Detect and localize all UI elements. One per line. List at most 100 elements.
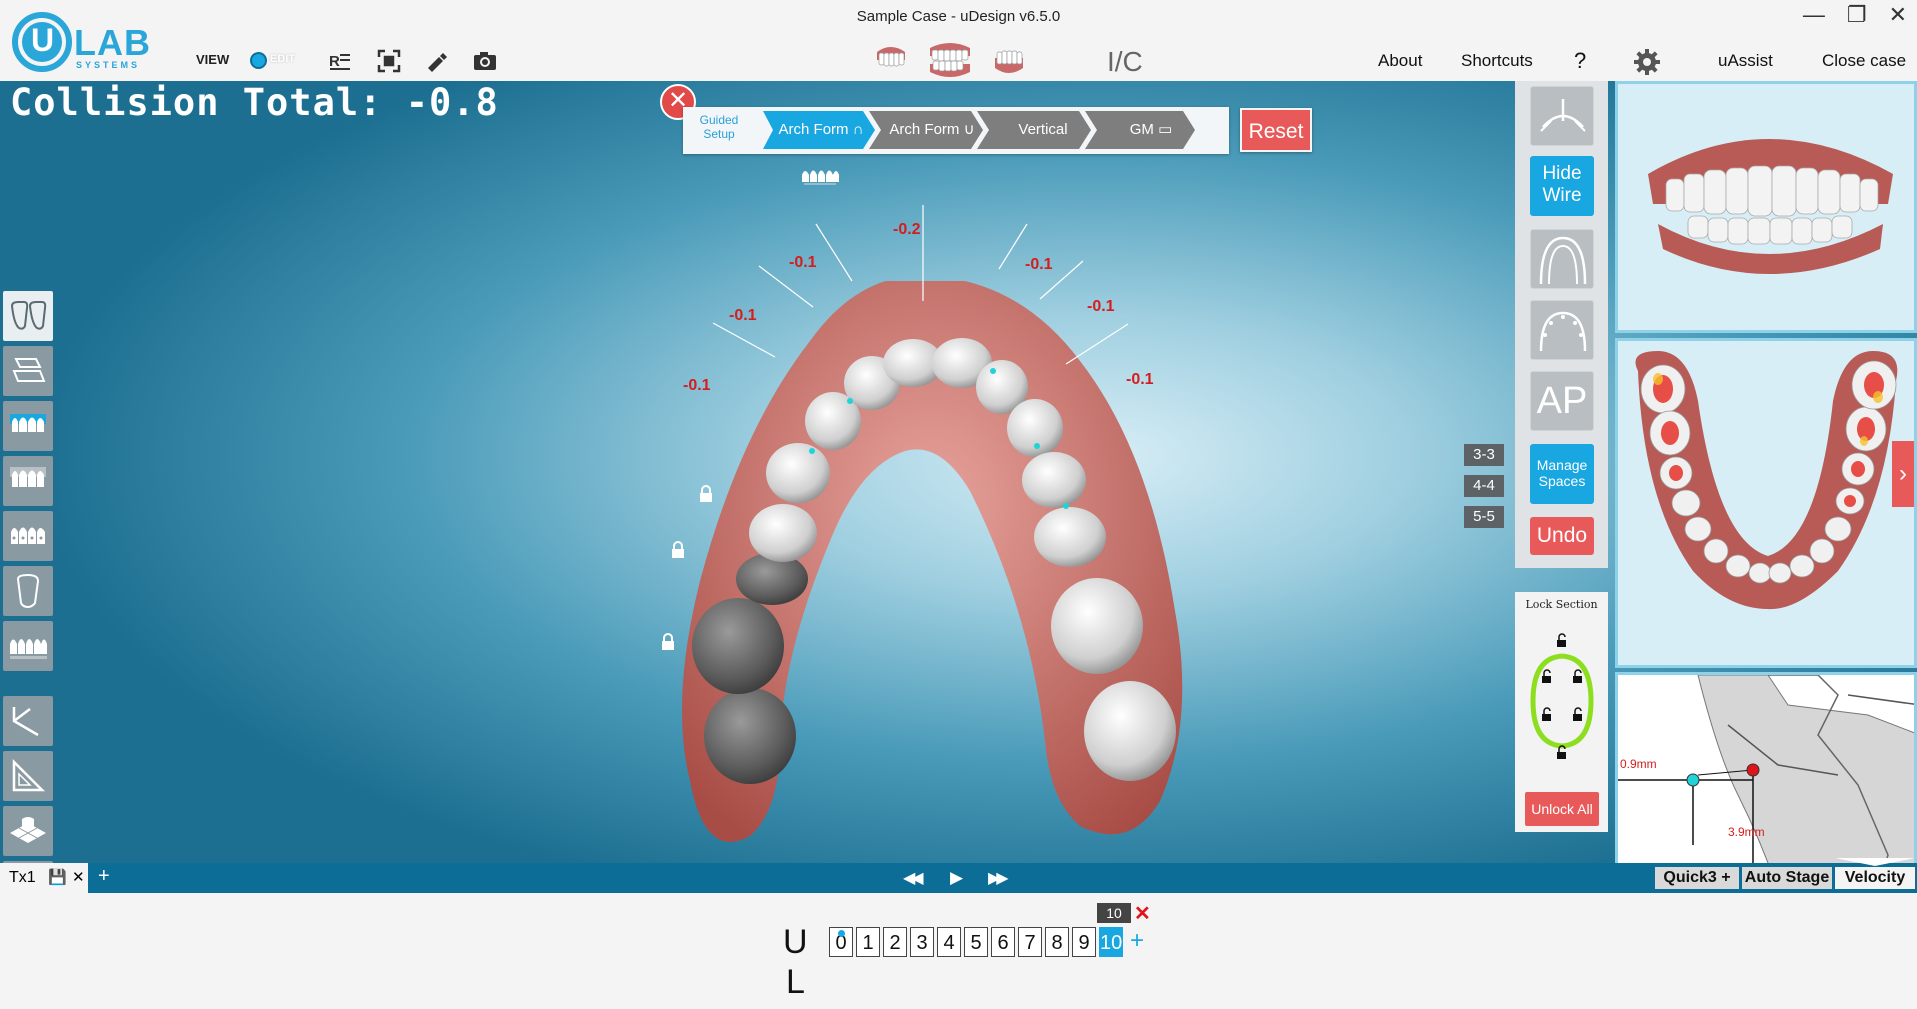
settings-gear-icon[interactable] — [1633, 48, 1661, 76]
stage-marker-icon — [838, 930, 845, 937]
both-jaws-view-icon[interactable] — [928, 42, 972, 78]
staging-panel: U L 10 ✕ 0 1 2 3 4 5 6 7 8 9 10 + — [0, 893, 1917, 1009]
close-window-button[interactable]: ✕ — [1889, 2, 1907, 28]
window-title: Sample Case - uDesign v6.5.0 — [856, 8, 1061, 25]
stage-cell-7[interactable]: 7 — [1018, 927, 1042, 957]
collision-label: -0.1 — [683, 377, 711, 394]
about-menu[interactable]: About — [1378, 51, 1422, 71]
step-arch-form-upper[interactable]: Arch Form ∩ — [776, 111, 866, 149]
stage-cell-4[interactable]: 4 — [937, 927, 961, 957]
logo-text: LAB — [74, 22, 151, 63]
occlusal-view[interactable]: › — [1615, 338, 1917, 668]
collision-label: -0.2 — [893, 221, 921, 238]
step-label: Arch Form — [778, 121, 849, 138]
manage-spaces-line2: Spaces — [1538, 473, 1586, 489]
upper-arch-label: U — [783, 923, 808, 961]
manage-spaces-line1: Manage — [1536, 457, 1588, 473]
lock-section-diagram — [1530, 633, 1594, 759]
add-tab-button[interactable]: + — [98, 865, 110, 888]
axis-arc-icon — [1540, 99, 1586, 132]
minimize-button[interactable]: — — [1803, 2, 1825, 28]
segment-5-5-button[interactable]: 5-5 — [1464, 506, 1504, 528]
front-teeth-view — [1648, 139, 1893, 274]
lock-icon[interactable] — [660, 633, 676, 651]
play-button[interactable]: ▶ — [950, 868, 963, 888]
arch-points-tool[interactable] — [1530, 300, 1594, 360]
stage-cell-8[interactable]: 8 — [1045, 927, 1069, 957]
lock-icon[interactable] — [670, 541, 686, 559]
step-arch-form-lower[interactable]: Arch Form ∪ — [882, 111, 982, 149]
teeth-row-tool[interactable] — [3, 621, 53, 671]
quick3-button[interactable]: Quick3 + — [1655, 867, 1739, 889]
close-tab-icon[interactable]: ✕ — [72, 868, 85, 886]
segment-3-3-button[interactable]: 3-3 — [1464, 444, 1504, 466]
manage-spaces-button[interactable]: Manage Spaces — [1530, 444, 1594, 504]
stage-cell-10[interactable]: 10 — [1099, 927, 1123, 957]
pen-icon[interactable] — [424, 48, 450, 74]
lock-icon[interactable] — [698, 485, 714, 503]
upper-jaw-view-icon[interactable] — [874, 44, 908, 76]
hide-wire-line2: Wire — [1542, 185, 1582, 206]
step-label: Arch Form — [889, 121, 960, 138]
panel-collapse-chevron-icon[interactable] — [1835, 853, 1915, 866]
edit-toggle[interactable]: EDIT — [250, 50, 316, 72]
lower-jaw-view-icon[interactable] — [992, 44, 1026, 76]
svg-text:R: R — [329, 53, 340, 70]
fast-forward-button[interactable]: ▶▶ — [988, 868, 1009, 888]
close-case-menu[interactable]: Close case — [1822, 51, 1906, 71]
cutting-tool[interactable] — [3, 696, 53, 746]
remove-stage-icon[interactable]: ✕ — [1134, 901, 1151, 926]
current-stage-badge: 10 — [1097, 903, 1131, 923]
stage-cell-6[interactable]: 6 — [991, 927, 1015, 957]
help-button[interactable]: ? — [1574, 48, 1586, 74]
expand-view-chevron-icon[interactable]: › — [1892, 441, 1914, 507]
axis-tool[interactable] — [1530, 86, 1594, 146]
velocity-button[interactable]: Velocity — [1835, 867, 1915, 889]
current-stage-number: 10 — [1106, 905, 1122, 921]
occlusal-heatmap-view — [1635, 351, 1898, 610]
tab-tx1[interactable]: Tx1 💾 ✕ — [0, 863, 88, 893]
ic-button[interactable]: I/C — [1107, 46, 1143, 78]
stage-cell-1[interactable]: 1 — [856, 927, 880, 957]
auto-stage-button[interactable]: Auto Stage — [1742, 867, 1832, 889]
reset-button[interactable]: Reset — [1240, 108, 1312, 152]
report-icon[interactable]: R — [328, 48, 354, 74]
fit-view-icon[interactable] — [376, 48, 402, 74]
maximize-button[interactable]: ❐ — [1847, 2, 1867, 28]
unlock-all-button[interactable]: Unlock All — [1525, 792, 1599, 826]
shortcuts-menu[interactable]: Shortcuts — [1461, 51, 1533, 71]
hide-wire-button[interactable]: Hide Wire — [1530, 156, 1594, 216]
front-view[interactable] — [1615, 81, 1917, 333]
ulab-logo: U LAB SYSTEMS — [12, 10, 182, 74]
stage-cell-5[interactable]: 5 — [964, 927, 988, 957]
stage-cell-9[interactable]: 9 — [1072, 927, 1096, 957]
undo-button[interactable]: Undo — [1530, 517, 1594, 555]
stage-cell-0[interactable]: 0 — [829, 927, 853, 957]
step-gm[interactable]: GM ▭ — [1101, 111, 1201, 149]
stage-cell-3[interactable]: 3 — [910, 927, 934, 957]
occlusal-plane-tool[interactable] — [3, 806, 53, 856]
window-controls: — ❐ ✕ — [1803, 2, 1907, 28]
step-label: GM — [1129, 121, 1154, 138]
view-menu[interactable]: VIEW — [196, 52, 229, 67]
uassist-menu[interactable]: uAssist — [1718, 51, 1773, 71]
measurement-bottom-label: 3.9mm — [1728, 825, 1765, 839]
teeth-arch-icon — [10, 639, 47, 659]
cut-path-icon — [12, 707, 39, 737]
edit-label: EDIT — [270, 53, 296, 65]
measure-tool[interactable] — [3, 751, 53, 801]
save-icon[interactable]: 💾 — [48, 868, 67, 886]
arch-wire-tool[interactable] — [1530, 229, 1594, 289]
tooth-outline-icon — [16, 573, 40, 609]
rewind-button[interactable]: ◀◀ — [903, 868, 924, 888]
camera-icon[interactable] — [472, 48, 498, 74]
arch-points-icon — [1539, 311, 1587, 352]
segment-4-4-button[interactable]: 4-4 — [1464, 475, 1504, 497]
ap-button[interactable]: AP — [1530, 371, 1594, 431]
step-vertical[interactable]: Vertical — [993, 111, 1093, 149]
triangle-ruler-icon — [12, 758, 46, 792]
tooth-outline-tool[interactable] — [3, 566, 53, 616]
add-stage-button[interactable]: + — [1130, 927, 1144, 955]
stage-cell-2[interactable]: 2 — [883, 927, 907, 957]
guided-setup-bar: Guided Setup Arch Form ∩ Arch Form ∪ Ver… — [683, 107, 1229, 154]
